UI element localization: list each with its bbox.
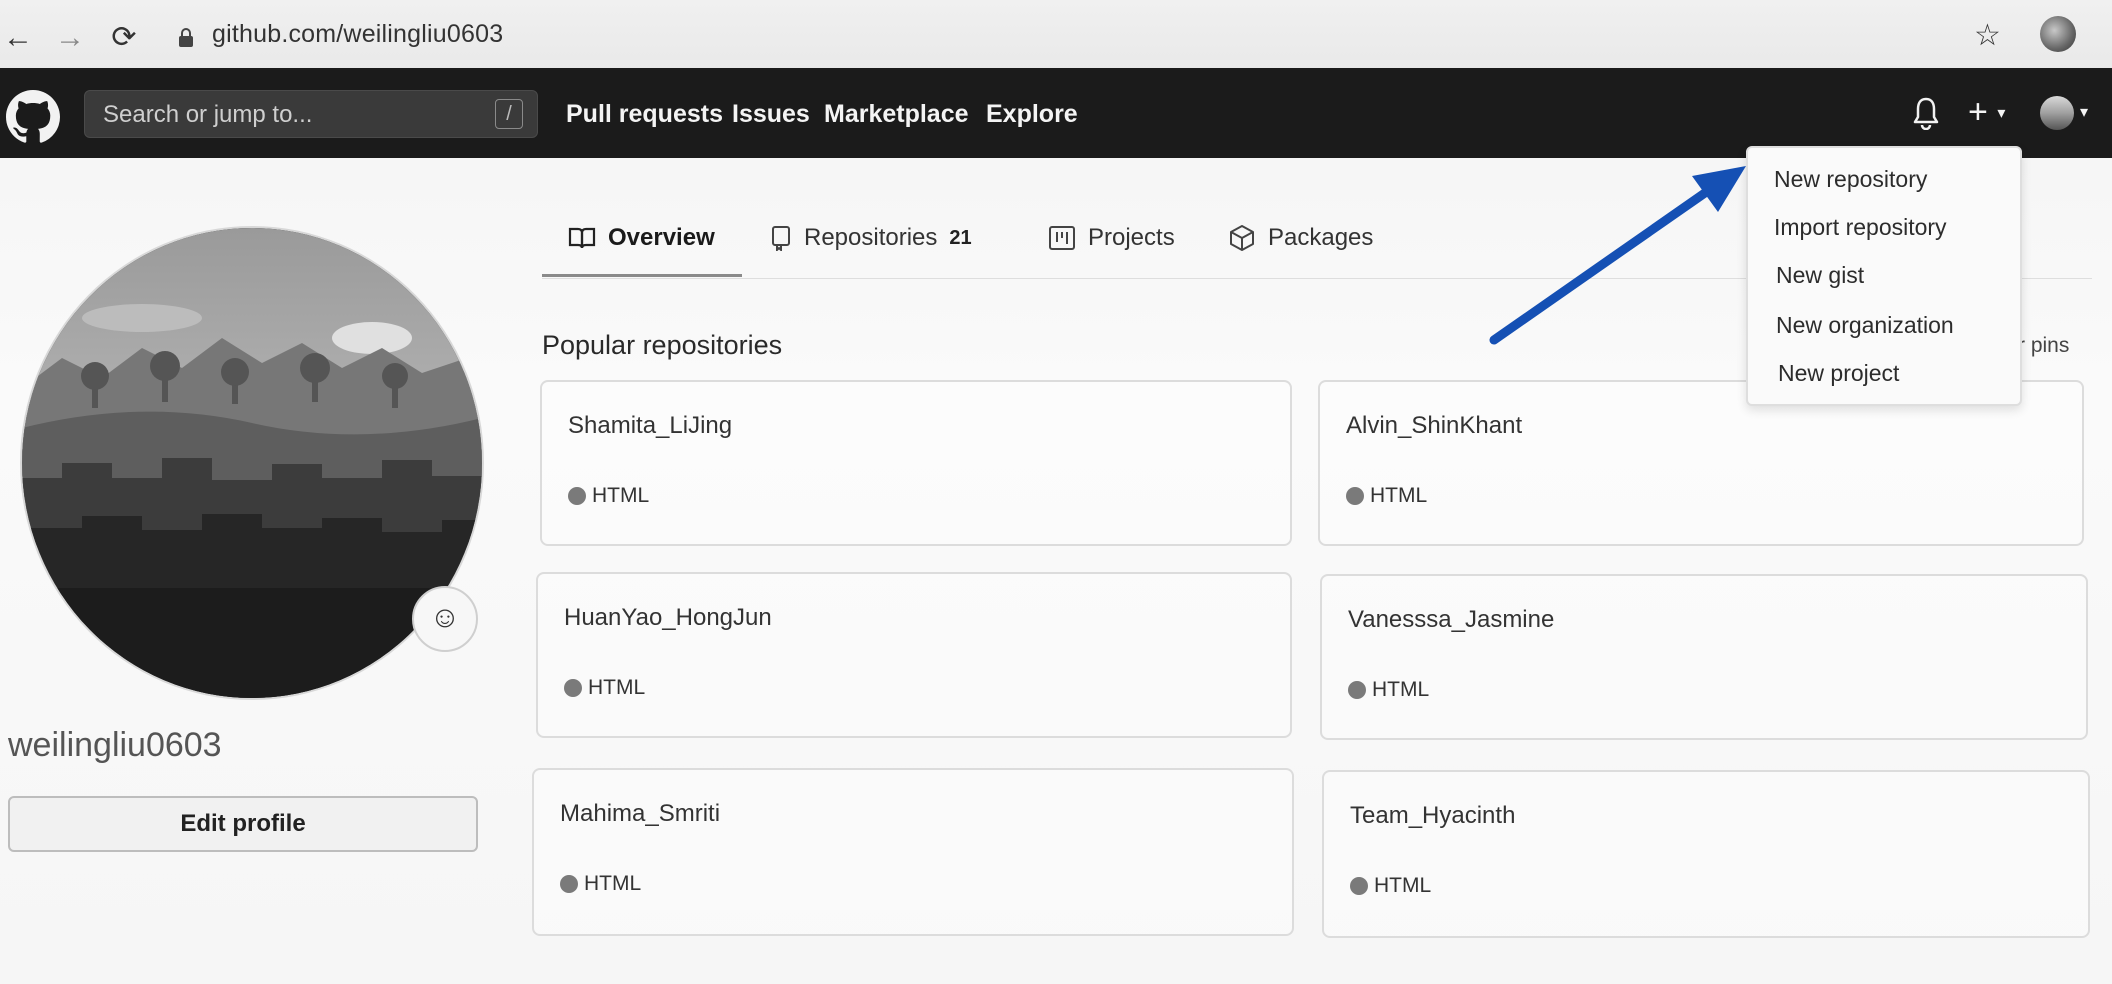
browser-profile-avatar[interactable] (2040, 16, 2076, 52)
repo-language: HTML (560, 872, 641, 896)
repo-language: HTML (568, 484, 649, 508)
repo-language: HTML (564, 676, 645, 700)
repo-card: Team_Hyacinth HTML (1322, 770, 2090, 938)
create-new-dropdown: New repository Import repository New gis… (1746, 146, 2022, 406)
tab-packages-label: Packages (1268, 224, 1374, 251)
repo-card: HuanYao_HongJun HTML (536, 572, 1292, 738)
language-color-dot (1350, 877, 1368, 895)
repo-link[interactable]: Mahima_Smriti (560, 800, 720, 828)
repo-language: HTML (1346, 484, 1427, 508)
menu-item-new-gist[interactable]: New gist (1776, 262, 1864, 289)
notification-bell-icon[interactable] (1910, 96, 1942, 130)
browser-toolbar: ← → ⟳ github.com/weilingliu0603 ☆ (0, 0, 2112, 70)
search-placeholder: Search or jump to... (103, 101, 313, 128)
repo-link[interactable]: Team_Hyacinth (1350, 802, 1515, 830)
forward-arrow-icon[interactable]: → (52, 20, 88, 56)
package-icon (1230, 225, 1254, 251)
customize-pins-link[interactable]: r pins (2018, 334, 2069, 358)
lock-icon (179, 28, 193, 47)
repo-link[interactable]: Vanesssa_Jasmine (1348, 606, 1554, 634)
language-color-dot (1348, 681, 1366, 699)
repo-icon (772, 226, 790, 251)
address-bar[interactable]: github.com/weilingliu0603 (212, 20, 503, 49)
repo-link[interactable]: Shamita_LiJing (568, 412, 732, 440)
language-color-dot (1346, 487, 1364, 505)
menu-item-import-repository[interactable]: Import repository (1774, 214, 1947, 241)
tab-overview[interactable]: Overview (568, 224, 715, 252)
menu-item-new-project[interactable]: New project (1778, 360, 1899, 387)
nav-pull-requests[interactable]: Pull requests (566, 100, 723, 129)
profile-username: weilingliu0603 (8, 726, 222, 764)
language-color-dot (564, 679, 582, 697)
back-arrow-icon[interactable]: ← (0, 20, 36, 56)
language-color-dot (568, 487, 586, 505)
search-shortcut-key: / (495, 99, 523, 129)
project-icon (1049, 226, 1075, 250)
create-new-plus-icon[interactable]: + ▾ (1968, 94, 2005, 132)
set-status-smiley-icon[interactable]: ☺ (412, 586, 478, 652)
edit-profile-button[interactable]: Edit profile (8, 796, 478, 852)
reload-icon[interactable]: ⟳ (106, 20, 142, 56)
repo-card: Mahima_Smriti HTML (532, 768, 1294, 936)
chevron-down-icon: ▾ (1997, 105, 2006, 123)
book-icon (568, 227, 596, 249)
nav-marketplace[interactable]: Marketplace (824, 100, 969, 129)
nav-issues[interactable]: Issues (732, 100, 810, 129)
active-tab-indicator (542, 274, 742, 277)
repo-link[interactable]: HuanYao_HongJun (564, 604, 772, 632)
repositories-count-badge: 21 (949, 226, 972, 249)
menu-item-new-repository[interactable]: New repository (1774, 166, 1927, 193)
menu-item-new-organization[interactable]: New organization (1776, 312, 1954, 339)
repo-card: Vanesssa_Jasmine HTML (1320, 574, 2088, 740)
repo-language: HTML (1348, 678, 1429, 702)
bookmark-star-icon[interactable]: ☆ (1974, 18, 2001, 53)
language-color-dot (560, 875, 578, 893)
tab-projects-label: Projects (1088, 224, 1175, 251)
tab-repositories[interactable]: Repositories 21 (770, 224, 972, 252)
repo-card: Shamita_LiJing HTML (540, 380, 1292, 546)
tab-repositories-label: Repositories (804, 224, 938, 251)
tab-overview-label: Overview (608, 224, 715, 251)
search-input[interactable]: Search or jump to... / (84, 90, 538, 138)
nav-explore[interactable]: Explore (986, 100, 1078, 129)
tab-projects[interactable]: Projects (1048, 224, 1175, 252)
avatar-chevron-down-icon[interactable]: ▾ (2080, 102, 2088, 122)
screen: ← → ⟳ github.com/weilingliu0603 ☆ Search… (0, 0, 2112, 984)
repo-language: HTML (1350, 874, 1431, 898)
tab-packages[interactable]: Packages (1228, 224, 1373, 252)
repo-link[interactable]: Alvin_ShinKhant (1346, 412, 1522, 440)
user-avatar[interactable] (2040, 96, 2074, 130)
github-logo-icon[interactable] (6, 90, 60, 144)
popular-repositories-heading: Popular repositories (542, 330, 783, 360)
